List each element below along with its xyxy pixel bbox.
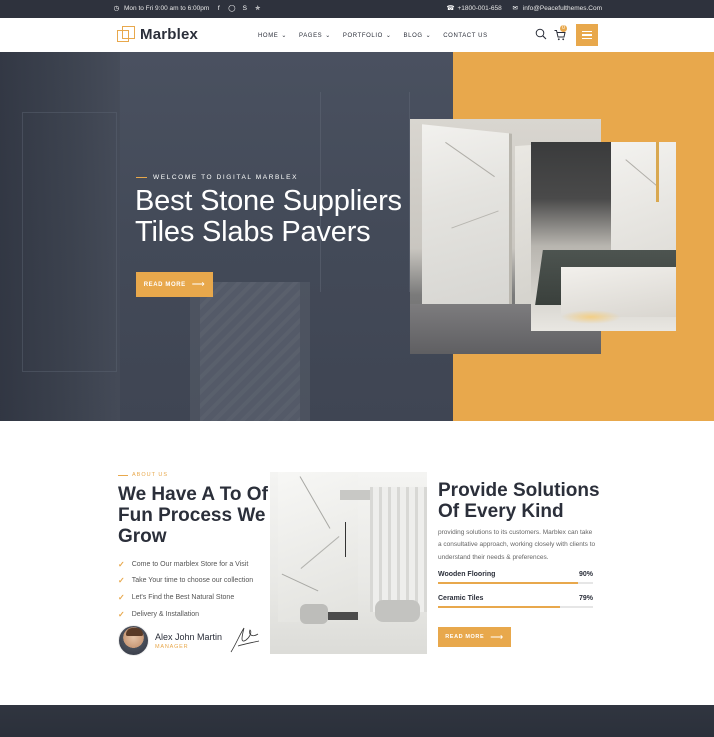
phone-icon: ☎	[446, 5, 455, 12]
logo-text: Marblex	[140, 26, 199, 43]
list-item: ✓ Come to Our marblex Store for a Visit	[118, 556, 253, 573]
logo-icon	[117, 26, 135, 43]
list-item: ✓ Delivery & Installation	[118, 606, 253, 623]
list-item: ✓ Take Your time to choose our collection	[118, 573, 253, 590]
phone-link[interactable]: ☎ +1800-001-658	[447, 5, 502, 12]
instagram-icon[interactable]: ◯	[228, 5, 235, 12]
marble-counter-image	[531, 142, 676, 331]
list-item-text: Delivery & Installation	[131, 610, 200, 618]
progress-fill	[438, 582, 578, 584]
mail-icon: ✉	[512, 5, 518, 12]
check-icon: ✓	[118, 559, 125, 569]
solutions-read-more-button[interactable]: READ MORE ⟶	[438, 627, 511, 647]
hero-title-line1: Best Stone Suppliers	[135, 185, 402, 217]
cart-count-badge: 0	[560, 25, 567, 32]
chevron-down-icon: ⌄	[325, 33, 331, 39]
progress-fill	[438, 606, 561, 608]
skill-bar-wooden-flooring: Wooden Flooring 90%	[438, 571, 593, 584]
skill-label: Ceramic Tiles	[438, 595, 484, 602]
solutions-description: providing solutions to its customers. Ma…	[438, 529, 596, 561]
top-bar-right: ☎ +1800-001-658 ✉ info@Peacefulthemes.Co…	[447, 5, 603, 12]
about-eyebrow-text: ABOUT US	[132, 472, 169, 478]
arrow-right-icon: ⟶	[490, 631, 504, 642]
nav-item-label: CONTACT US	[443, 32, 488, 39]
progress-track	[438, 582, 593, 584]
list-item: ✓ Let's Find the Best Natural Stone	[118, 589, 253, 606]
arrow-right-icon: ⟶	[191, 279, 206, 289]
about-checklist: ✓ Come to Our marblex Store for a Visit ✓…	[118, 556, 253, 622]
chevron-down-icon: ⌄	[281, 33, 288, 39]
nav-item-home[interactable]: HOME ⌄	[258, 32, 288, 40]
hero-section: WELCOME TO DIGITAL MARBLEX Best Stone Su…	[0, 52, 714, 421]
skill-value: 90%	[578, 571, 593, 578]
avatar	[118, 625, 149, 656]
nav-item-label: BLOG	[403, 32, 423, 39]
hero-eyebrow: WELCOME TO DIGITAL MARBLEX	[136, 174, 298, 181]
signature-image	[230, 627, 260, 653]
hero-button-label: READ MORE	[143, 281, 186, 288]
menu-toggle-button[interactable]	[576, 24, 598, 46]
author-role: MANAGER	[155, 643, 189, 650]
search-icon[interactable]	[535, 28, 547, 40]
list-item-text: Let's Find the Best Natural Stone	[131, 593, 235, 601]
check-icon: ✓	[118, 592, 125, 602]
nav-item-blog[interactable]: BLOG ⌄	[403, 32, 432, 40]
main-nav: HOME ⌄ PAGES ⌄ PORTFOLIO ⌄ BLOG ⌄ CONTAC…	[258, 32, 488, 40]
skill-value: 79%	[578, 595, 593, 602]
solutions-button-label: READ MORE	[445, 634, 485, 640]
list-item-text: Come to Our marblex Store for a Visit	[131, 560, 249, 568]
hero-title-line2: Tiles Slabs Pavers	[135, 216, 371, 248]
hero-read-more-button[interactable]: READ MORE ⟶	[136, 272, 213, 297]
email-text: info@Peacefulthemes.Com	[522, 5, 602, 12]
twitter-icon[interactable]: ✯	[254, 5, 261, 12]
phone-text: +1800-001-658	[457, 5, 502, 12]
nav-item-pages[interactable]: PAGES ⌄	[299, 32, 331, 40]
nav-item-label: PAGES	[299, 32, 323, 39]
top-bar-left: ◷ Mon to Fri 9:00 am to 6:00pm f ◯ S ✯	[113, 5, 261, 12]
interior-image	[270, 472, 427, 654]
hamburger-icon	[582, 30, 592, 32]
solutions-title: Provide Solutions Of Every Kind	[438, 480, 600, 522]
chevron-down-icon: ⌄	[385, 33, 392, 39]
list-item-text: Take Your time to choose our collection	[131, 577, 254, 585]
hero-eyebrow-text: WELCOME TO DIGITAL MARBLEX	[153, 174, 299, 181]
business-hours: ◷ Mon to Fri 9:00 am to 6:00pm	[113, 5, 210, 12]
email-link[interactable]: ✉ info@Peacefulthemes.Com	[512, 5, 602, 12]
chevron-down-icon: ⌄	[425, 33, 432, 39]
hero-title: Best Stone Suppliers Tiles Slabs Pavers	[135, 186, 435, 248]
nav-item-label: PORTFOLIO	[342, 32, 383, 39]
clock-icon: ◷	[113, 5, 120, 12]
about-eyebrow: ABOUT US	[118, 472, 168, 478]
skill-bar-ceramic-tiles: Ceramic Tiles 79%	[438, 595, 593, 608]
author-name: Alex John Martin	[155, 631, 223, 642]
progress-track	[438, 606, 593, 608]
top-bar: ◷ Mon to Fri 9:00 am to 6:00pm f ◯ S ✯ ☎…	[0, 0, 714, 18]
check-icon: ✓	[118, 609, 125, 619]
nav-item-portfolio[interactable]: PORTFOLIO ⌄	[342, 32, 392, 40]
logo[interactable]: Marblex	[117, 26, 198, 43]
facebook-icon[interactable]: f	[215, 5, 222, 12]
nav-item-contact[interactable]: CONTACT US	[443, 32, 487, 39]
business-hours-text: Mon to Fri 9:00 am to 6:00pm	[124, 5, 210, 12]
nav-item-label: HOME	[258, 32, 279, 39]
next-section-band	[0, 705, 714, 737]
check-icon: ✓	[118, 576, 125, 586]
skype-icon[interactable]: S	[241, 5, 248, 12]
main-header: Marblex HOME ⌄ PAGES ⌄ PORTFOLIO ⌄ BLOG …	[0, 18, 714, 52]
author-card: Alex John Martin MANAGER	[118, 625, 222, 656]
skill-label: Wooden Flooring	[438, 571, 496, 578]
about-title: We Have A To Of Fun Process We Grow	[118, 484, 268, 547]
